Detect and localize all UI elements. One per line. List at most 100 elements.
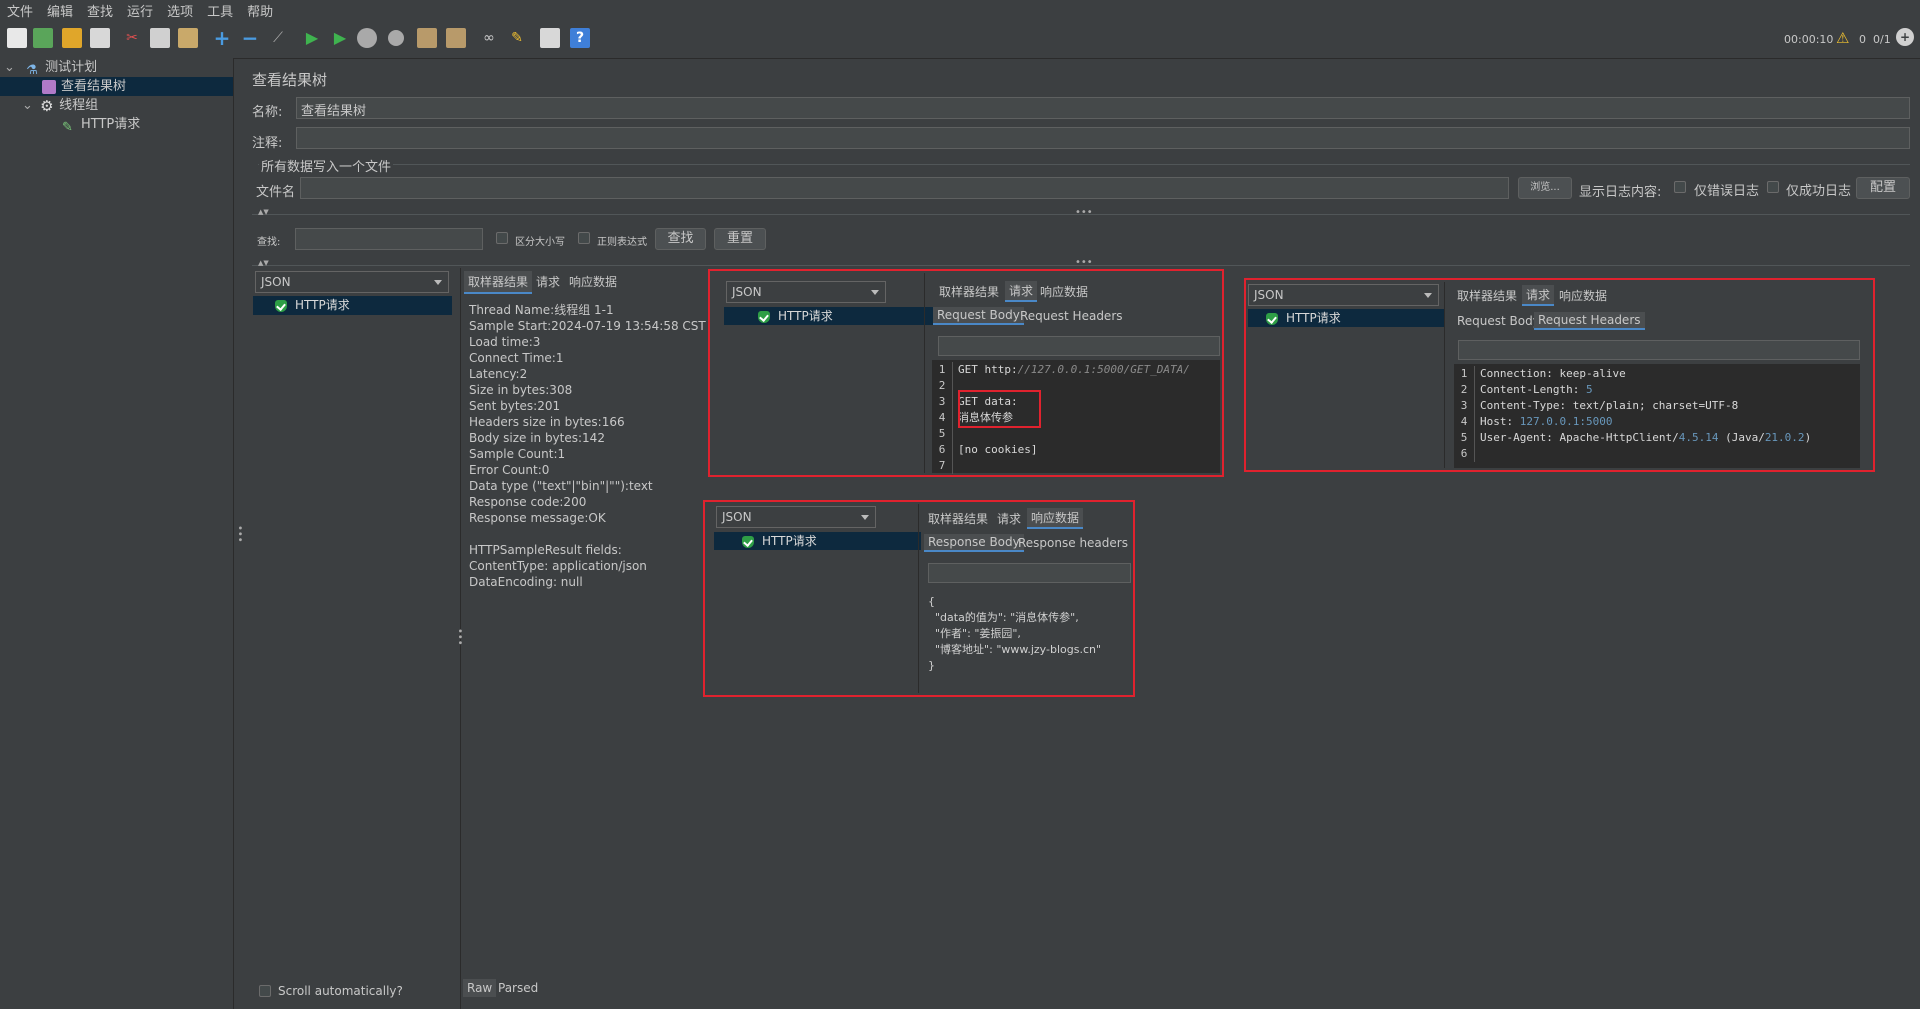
start-no-pause-icon[interactable]: ▶ bbox=[330, 28, 350, 48]
configure-button[interactable]: 配置 bbox=[1856, 177, 1910, 199]
splitter-grip-icon[interactable]: ••• bbox=[1075, 257, 1093, 268]
tab-sampler-result[interactable]: 取样器结果 bbox=[939, 283, 999, 300]
code-editor[interactable]: 1 Connection: keep-alive 2 Content-Length: … bbox=[1454, 364, 1860, 468]
result-item-label: HTTP请求 bbox=[778, 309, 833, 323]
name-field[interactable]: 查看结果树 bbox=[296, 97, 1910, 119]
reset-search-icon[interactable]: ✎ bbox=[507, 28, 527, 48]
splitter-arrows-icon[interactable]: ▲▼ bbox=[258, 208, 269, 216]
highlight-box bbox=[958, 390, 1041, 428]
regex-checkbox[interactable] bbox=[578, 232, 590, 244]
tab-response-data[interactable]: 响应数据 bbox=[1027, 508, 1084, 529]
tree-item-view-results-tree[interactable]: 查看结果树 bbox=[0, 77, 233, 96]
open-icon[interactable] bbox=[62, 28, 82, 48]
clear-all-icon[interactable] bbox=[446, 28, 466, 48]
tab-sampler-result[interactable]: 取样器结果 bbox=[928, 510, 988, 527]
menu-run[interactable]: 运行 bbox=[120, 1, 160, 20]
menu-tools[interactable]: 工具 bbox=[200, 1, 240, 20]
splitter-grip-icon[interactable]: ••• bbox=[234, 525, 245, 543]
comment-field[interactable] bbox=[296, 127, 1910, 149]
tree-item-test-plan[interactable]: ⌄ ⚗ 测试计划 bbox=[0, 58, 233, 78]
result-item[interactable]: HTTP请求 bbox=[714, 532, 921, 550]
cut-icon[interactable]: ✂ bbox=[122, 28, 142, 48]
splitter-grip-icon[interactable]: ••• bbox=[1075, 207, 1093, 218]
paste-icon[interactable] bbox=[178, 28, 198, 48]
renderer-select[interactable]: JSON bbox=[1248, 284, 1439, 306]
new-icon[interactable] bbox=[7, 28, 27, 48]
tab-request[interactable]: 请求 bbox=[1005, 281, 1038, 302]
remote-icon[interactable]: + bbox=[1896, 28, 1914, 46]
tab-response-data[interactable]: 响应数据 bbox=[569, 273, 617, 290]
tab-response-headers[interactable]: Response headers bbox=[1018, 536, 1128, 550]
result-item[interactable]: HTTP请求 bbox=[724, 307, 936, 325]
function-helper-icon[interactable] bbox=[540, 28, 560, 48]
templates-icon[interactable] bbox=[33, 28, 53, 48]
tree-item-thread-group[interactable]: ⌄ ⚙ 线程组 bbox=[0, 96, 233, 115]
menu-search[interactable]: 查找 bbox=[80, 1, 120, 20]
code-text: GET bbox=[958, 363, 985, 376]
tab-request-headers[interactable]: Request Headers bbox=[1020, 309, 1123, 323]
warning-icon[interactable]: ⚠ bbox=[1836, 29, 1849, 47]
tab-sampler-result[interactable]: 取样器结果 bbox=[1457, 287, 1517, 304]
renderer-select[interactable]: JSON bbox=[716, 506, 876, 528]
tab-request[interactable]: 请求 bbox=[1522, 285, 1555, 306]
renderer-select-value: JSON bbox=[1254, 288, 1284, 302]
menu-edit[interactable]: 编辑 bbox=[40, 1, 80, 20]
chevron-down-icon[interactable]: ⌄ bbox=[4, 58, 16, 77]
clear-icon[interactable] bbox=[417, 28, 437, 48]
shutdown-icon[interactable] bbox=[388, 30, 404, 46]
menu-options[interactable]: 选项 bbox=[160, 1, 200, 20]
toggle-icon[interactable]: ⟋ bbox=[268, 28, 288, 48]
result-item[interactable]: HTTP请求 bbox=[1248, 309, 1444, 327]
splitter-arrows-icon[interactable]: ▲▼ bbox=[258, 259, 269, 267]
tab-response-data[interactable]: 响应数据 bbox=[1040, 283, 1088, 300]
regex-label: 正则表达式 bbox=[597, 237, 647, 248]
search-input[interactable] bbox=[1458, 340, 1860, 360]
code-lines: 1 Connection: keep-alive 2 Content-Length: … bbox=[1454, 366, 1811, 462]
tree-item-http-request[interactable]: ✎ HTTP请求 bbox=[0, 115, 233, 135]
search-button[interactable]: 查找 bbox=[655, 228, 706, 250]
tab-response-body[interactable]: Response Body bbox=[924, 534, 1024, 552]
chevron-down-icon[interactable]: ⌄ bbox=[22, 96, 34, 115]
splitter-grip-icon[interactable]: ••• bbox=[454, 628, 465, 646]
tab-response-data[interactable]: 响应数据 bbox=[1559, 287, 1607, 304]
save-icon[interactable] bbox=[90, 28, 110, 48]
case-sensitive-checkbox[interactable] bbox=[496, 232, 508, 244]
tab-parsed[interactable]: Parsed bbox=[498, 981, 538, 995]
scroll-auto-label: Scroll automatically? bbox=[278, 984, 403, 998]
expand-icon[interactable]: + bbox=[212, 28, 232, 48]
tab-request-headers[interactable]: Request Headers bbox=[1534, 312, 1645, 330]
tree-item-label: 查看结果树 bbox=[61, 79, 127, 94]
start-icon[interactable]: ▶ bbox=[302, 28, 322, 48]
success-only-checkbox[interactable] bbox=[1767, 181, 1779, 193]
browse-button[interactable]: 浏览... bbox=[1518, 177, 1572, 199]
tab-sampler-result[interactable]: 取样器结果 bbox=[464, 271, 533, 294]
search-input[interactable] bbox=[295, 228, 483, 250]
stop-icon[interactable] bbox=[357, 28, 377, 48]
response-line: } bbox=[928, 659, 935, 672]
reset-button[interactable]: 重置 bbox=[714, 228, 766, 250]
tab-request[interactable]: 请求 bbox=[997, 510, 1021, 527]
search-input[interactable] bbox=[928, 563, 1131, 583]
tab-request-body[interactable]: Request Body bbox=[933, 307, 1024, 325]
success-shield-icon bbox=[275, 299, 287, 312]
search-input[interactable] bbox=[938, 336, 1220, 356]
tab-raw[interactable]: Raw bbox=[463, 979, 497, 997]
menu-file[interactable]: 文件 bbox=[0, 1, 40, 20]
help-icon[interactable]: ? bbox=[570, 28, 590, 48]
copy-icon[interactable] bbox=[150, 28, 170, 48]
tree-item-label: 线程组 bbox=[59, 98, 99, 113]
code-text: //127.0.0.1:5000/GET_DATA/ bbox=[1017, 363, 1190, 376]
errors-only-checkbox[interactable] bbox=[1674, 181, 1686, 193]
renderer-select[interactable]: JSON bbox=[726, 281, 886, 303]
code-text: 21.0.2 bbox=[1764, 431, 1805, 444]
line-number: 6 bbox=[1460, 447, 1468, 460]
scroll-auto-checkbox[interactable] bbox=[259, 985, 271, 997]
result-item[interactable]: HTTP请求 bbox=[253, 296, 452, 315]
tab-request-body[interactable]: Request Body bbox=[1457, 314, 1540, 328]
binoculars-icon[interactable]: ∞ bbox=[479, 28, 499, 48]
menu-help[interactable]: 帮助 bbox=[240, 1, 280, 20]
collapse-icon[interactable]: − bbox=[240, 28, 260, 48]
tab-request[interactable]: 请求 bbox=[536, 273, 560, 290]
filename-field[interactable] bbox=[300, 177, 1509, 199]
renderer-select[interactable]: JSON bbox=[255, 271, 449, 293]
